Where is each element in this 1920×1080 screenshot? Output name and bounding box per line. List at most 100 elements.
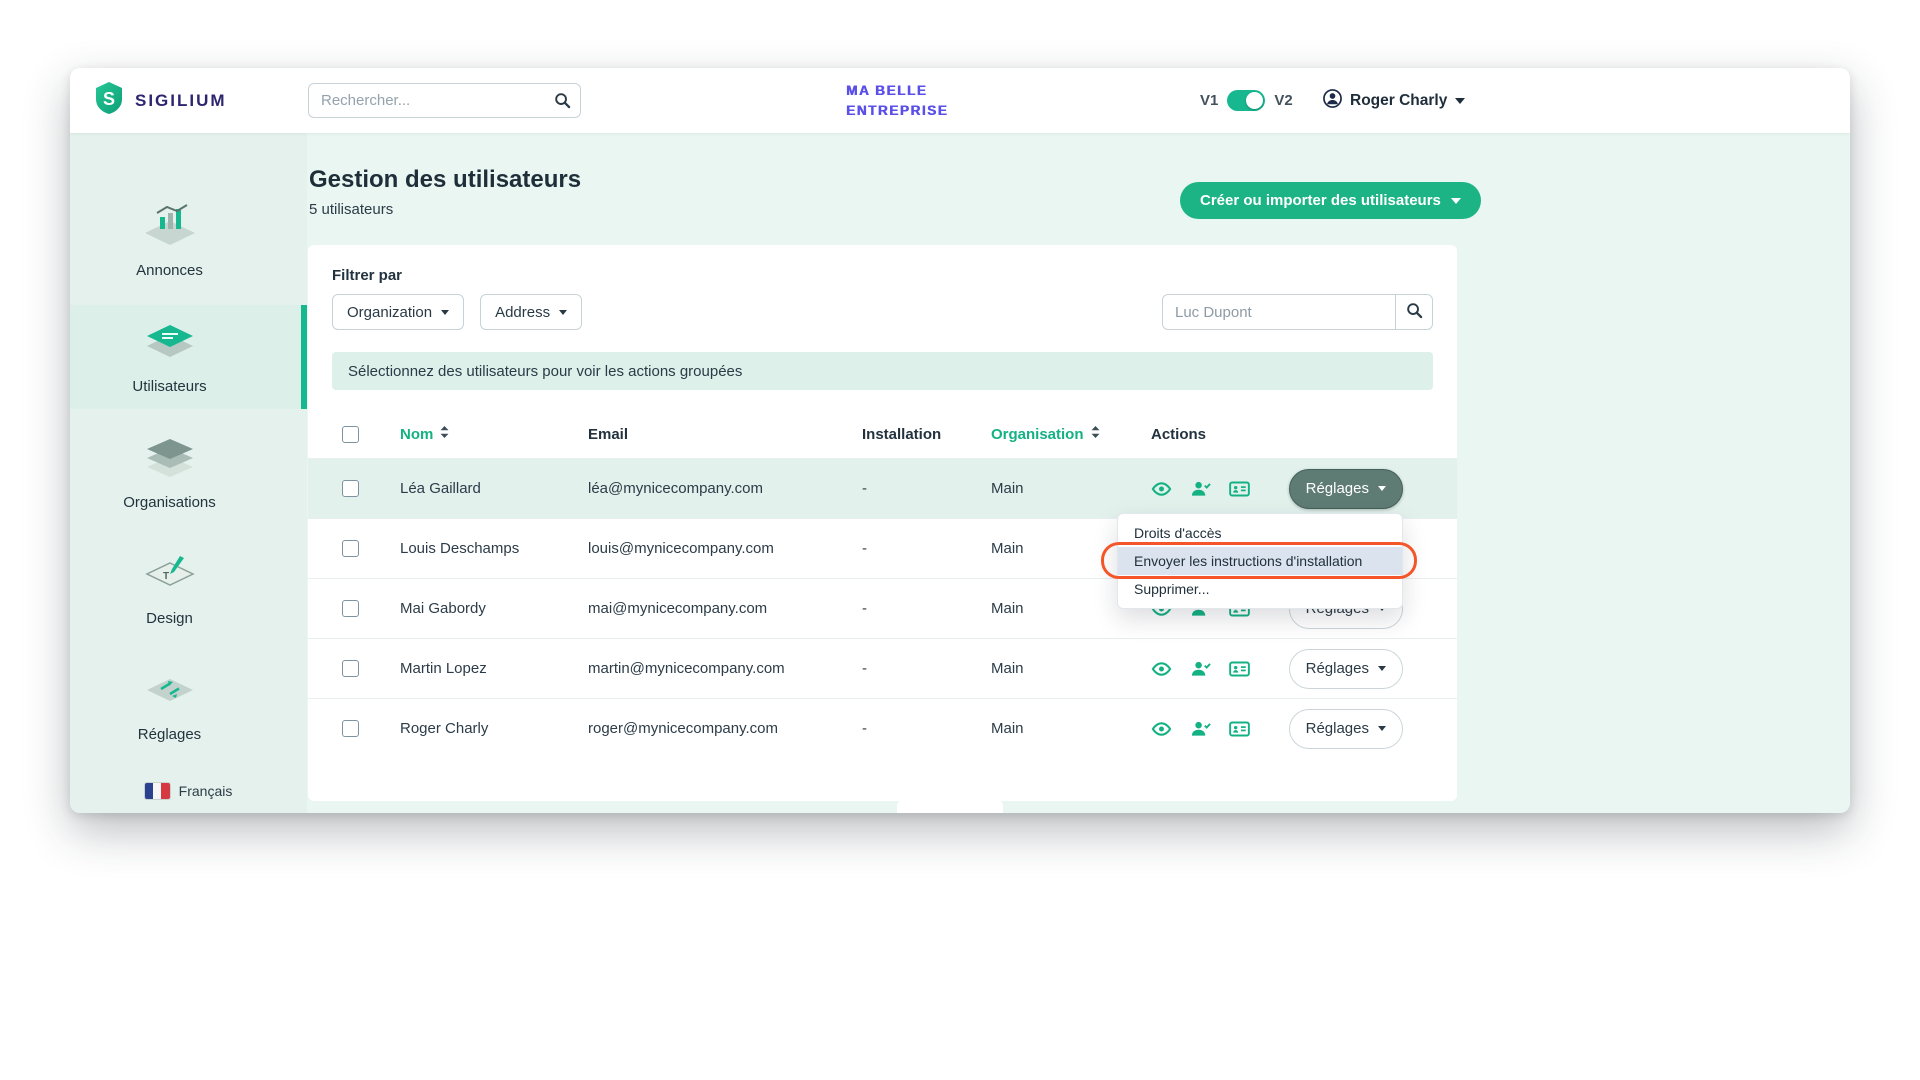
settings-dropdown-menu: Droits d'accès Envoyer les instructions … xyxy=(1117,513,1403,609)
settings-button-label: Réglages xyxy=(1306,480,1369,497)
pagination-control-cutoff[interactable] xyxy=(897,800,1003,813)
version-toggle[interactable] xyxy=(1227,90,1265,111)
organisations-icon xyxy=(143,435,197,484)
user-email-cell: léa@mynicecompany.com xyxy=(576,480,850,497)
global-search-input[interactable] xyxy=(308,83,581,118)
user-name-cell: Léa Gaillard xyxy=(388,480,576,497)
settings-button[interactable]: Réglages xyxy=(1289,709,1403,749)
svg-text:S: S xyxy=(103,89,115,109)
column-header-installation: Installation xyxy=(850,426,979,443)
settings-button-label: Réglages xyxy=(1306,720,1369,737)
sidebar-item-reglages[interactable]: Réglages xyxy=(70,653,307,757)
svg-text:T: T xyxy=(163,571,169,582)
assign-user-icon[interactable] xyxy=(1190,660,1211,677)
global-search xyxy=(308,83,581,118)
view-user-icon[interactable] xyxy=(1151,721,1172,737)
reglages-icon xyxy=(143,667,197,716)
design-icon: T xyxy=(143,551,197,600)
organisation-cell: Main xyxy=(979,600,1139,617)
installation-cell: - xyxy=(850,600,979,617)
settings-button-open[interactable]: Réglages xyxy=(1289,469,1403,509)
installation-cell: - xyxy=(850,720,979,737)
sidebar-item-design[interactable]: T Design xyxy=(70,537,307,641)
row-checkbox[interactable] xyxy=(342,720,359,737)
language-label: Français xyxy=(179,783,233,799)
contact-card-icon[interactable] xyxy=(1229,661,1250,677)
language-selector[interactable]: Français xyxy=(70,783,307,799)
contact-card-icon[interactable] xyxy=(1229,481,1250,497)
menu-item-envoyer-instructions[interactable]: Envoyer les instructions d'installation xyxy=(1118,547,1402,575)
chevron-down-icon xyxy=(1451,198,1461,204)
version-v1-label: V1 xyxy=(1200,92,1218,109)
user-menu[interactable]: Roger Charly xyxy=(1323,68,1465,133)
sidebar-item-organisations[interactable]: Organisations xyxy=(70,421,307,525)
menu-item-supprimer[interactable]: Supprimer... xyxy=(1118,575,1402,603)
sidebar-item-label: Réglages xyxy=(138,726,201,743)
french-flag-icon xyxy=(145,783,170,799)
sidebar-item-label: Organisations xyxy=(123,494,216,511)
row-checkbox[interactable] xyxy=(342,600,359,617)
create-import-users-label: Créer ou importer des utilisateurs xyxy=(1200,192,1441,209)
search-icon[interactable] xyxy=(554,92,571,114)
view-user-icon[interactable] xyxy=(1151,481,1172,497)
assign-user-icon[interactable] xyxy=(1190,480,1211,497)
view-user-icon[interactable] xyxy=(1151,661,1172,677)
page-title: Gestion des utilisateurs xyxy=(309,166,581,194)
user-search-input[interactable] xyxy=(1162,294,1396,330)
chevron-down-icon xyxy=(1455,98,1465,104)
assign-user-icon[interactable] xyxy=(1190,720,1211,737)
installation-cell: - xyxy=(850,540,979,557)
company-name-line2: ENTREPRISE xyxy=(846,101,948,121)
column-header-organisation[interactable]: Organisation xyxy=(979,425,1139,443)
nom-header-label: Nom xyxy=(400,426,433,443)
sidebar-item-label: Annonces xyxy=(136,262,203,279)
chevron-down-icon xyxy=(441,310,449,315)
filter-row: Organization Address xyxy=(332,294,1433,330)
organization-filter-label: Organization xyxy=(347,304,432,321)
settings-button[interactable]: Réglages xyxy=(1289,649,1403,689)
sort-icon xyxy=(439,425,450,443)
create-import-users-button[interactable]: Créer ou importer des utilisateurs xyxy=(1180,182,1481,219)
brand-logo[interactable]: S SIGILIUM xyxy=(92,68,227,133)
app-window: S SIGILIUM MA BELLE ENTREPRISE V1 V2 xyxy=(70,68,1850,813)
row-checkbox[interactable] xyxy=(342,540,359,557)
user-email-cell: roger@mynicecompany.com xyxy=(576,720,850,737)
sidebar-item-label: Utilisateurs xyxy=(132,378,206,395)
user-count: 5 utilisateurs xyxy=(309,201,393,218)
sidebar-item-annonces[interactable]: Annonces xyxy=(70,189,307,293)
organization-filter-dropdown[interactable]: Organization xyxy=(332,294,464,330)
user-search-button[interactable] xyxy=(1396,294,1433,330)
brand-name: SIGILIUM xyxy=(135,91,227,111)
column-header-nom[interactable]: Nom xyxy=(388,425,576,443)
row-checkbox[interactable] xyxy=(342,480,359,497)
search-icon xyxy=(1406,302,1423,322)
annonces-icon xyxy=(143,203,197,252)
sidebar-nav: Annonces Utilisateurs xyxy=(70,133,307,769)
company-name-line1: MA BELLE xyxy=(846,81,948,101)
row-checkbox[interactable] xyxy=(342,660,359,677)
sidebar-item-label: Design xyxy=(146,610,193,627)
user-email-cell: mai@mynicecompany.com xyxy=(576,600,850,617)
chevron-down-icon xyxy=(1378,486,1386,491)
contact-card-icon[interactable] xyxy=(1229,721,1250,737)
menu-item-droits-acces[interactable]: Droits d'accès xyxy=(1118,519,1402,547)
toggle-knob xyxy=(1246,92,1263,109)
sort-icon xyxy=(1090,425,1101,443)
main-content: Gestion des utilisateurs 5 utilisateurs … xyxy=(307,133,1850,813)
version-switcher: V1 V2 xyxy=(1200,68,1293,133)
installation-cell: - xyxy=(850,660,979,677)
user-name: Roger Charly xyxy=(1350,92,1447,110)
installation-cell: - xyxy=(850,480,979,497)
select-all-checkbox[interactable] xyxy=(342,426,359,443)
sigilium-logo-icon: S xyxy=(92,81,126,120)
column-header-actions: Actions xyxy=(1139,426,1433,443)
chevron-down-icon xyxy=(1378,726,1386,731)
address-filter-dropdown[interactable]: Address xyxy=(480,294,582,330)
sidebar: Annonces Utilisateurs xyxy=(70,133,307,813)
address-filter-label: Address xyxy=(495,304,550,321)
topbar: S SIGILIUM MA BELLE ENTREPRISE V1 V2 xyxy=(70,68,1850,133)
settings-button-label: Réglages xyxy=(1306,660,1369,677)
sidebar-item-utilisateurs[interactable]: Utilisateurs xyxy=(70,305,307,409)
company-name: MA BELLE ENTREPRISE xyxy=(846,81,948,120)
organisation-cell: Main xyxy=(979,660,1139,677)
